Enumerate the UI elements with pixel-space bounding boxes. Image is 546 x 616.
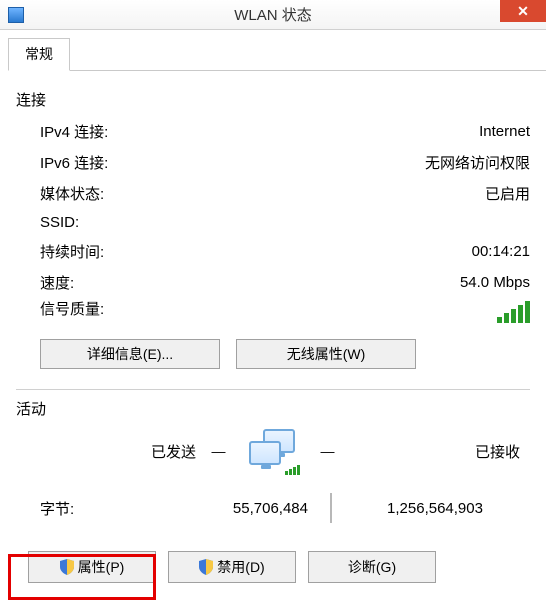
ipv4-value: Internet [479, 123, 530, 140]
bytes-separator [330, 493, 332, 523]
speed-label: 速度: [40, 272, 74, 293]
diagnose-button-label: 诊断(G) [348, 557, 396, 577]
row-media: 媒体状态: 已启用 [16, 178, 530, 209]
row-ipv6: IPv6 连接: 无网络访问权限 [16, 147, 530, 178]
close-button[interactable]: ✕ [500, 0, 546, 22]
row-signal: 信号质量: [16, 298, 530, 329]
tab-strip: 常规 [8, 38, 546, 71]
bytes-row: 字节: 55,706,484 1,256,564,903 [16, 475, 530, 523]
recv-label: 已接收 [350, 441, 520, 462]
network-computers-icon [241, 427, 305, 475]
ipv6-value: 无网络访问权限 [425, 152, 530, 173]
activity-dash-left: — [209, 443, 229, 459]
duration-value: 00:14:21 [472, 243, 530, 260]
content-area: 连接 IPv4 连接: Internet IPv6 连接: 无网络访问权限 媒体… [0, 71, 546, 583]
connection-section-label: 连接 [16, 89, 530, 110]
properties-button-label: 属性(P) [78, 557, 125, 577]
tab-general[interactable]: 常规 [8, 38, 70, 71]
bytes-label: 字节: [40, 498, 100, 519]
row-speed: 速度: 54.0 Mbps [16, 267, 530, 298]
diagnose-button[interactable]: 诊断(G) [308, 551, 436, 583]
activity-header-row: 已发送 — — 已接收 [16, 427, 530, 475]
media-label: 媒体状态: [40, 183, 104, 204]
mini-signal-icon [285, 465, 300, 475]
row-ssid: SSID: [16, 209, 530, 236]
divider [16, 389, 530, 390]
sent-label: 已发送 [26, 441, 196, 462]
activity-section-label: 活动 [16, 398, 530, 419]
tab-general-label: 常规 [25, 46, 53, 62]
bytes-sent-value: 55,706,484 [100, 500, 330, 517]
app-icon [8, 7, 24, 23]
disable-button[interactable]: 禁用(D) [168, 551, 296, 583]
ipv6-label: IPv6 连接: [40, 152, 108, 173]
bottom-button-row: 属性(P) 禁用(D) 诊断(G) [28, 551, 530, 583]
wireless-properties-button-label: 无线属性(W) [287, 344, 366, 364]
titlebar: WLAN 状态 ✕ [0, 0, 546, 30]
activity-dash-right: — [318, 443, 338, 459]
ssid-label: SSID: [40, 214, 79, 231]
disable-button-label: 禁用(D) [217, 557, 264, 577]
mid-button-row: 详细信息(E)... 无线属性(W) [16, 329, 530, 381]
wireless-properties-button[interactable]: 无线属性(W) [236, 339, 416, 369]
signal-bars-icon [497, 301, 530, 323]
ipv4-label: IPv4 连接: [40, 121, 108, 142]
bytes-recv-value: 1,256,564,903 [350, 500, 520, 517]
properties-button[interactable]: 属性(P) [28, 551, 156, 583]
row-duration: 持续时间: 00:14:21 [16, 236, 530, 267]
details-button[interactable]: 详细信息(E)... [40, 339, 220, 369]
row-ipv4: IPv4 连接: Internet [16, 116, 530, 147]
shield-icon [60, 559, 74, 575]
speed-value: 54.0 Mbps [460, 274, 530, 291]
close-icon: ✕ [517, 3, 529, 20]
details-button-label: 详细信息(E)... [87, 344, 173, 364]
window-title: WLAN 状态 [0, 4, 546, 25]
media-value: 已启用 [485, 183, 530, 204]
shield-icon [199, 559, 213, 575]
signal-label: 信号质量: [40, 298, 104, 319]
duration-label: 持续时间: [40, 241, 104, 262]
